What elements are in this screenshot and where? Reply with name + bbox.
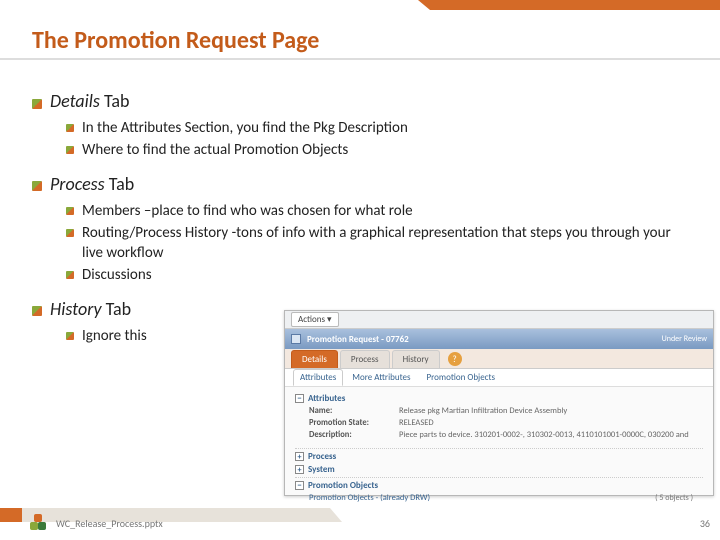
bullet-icon [32, 99, 42, 109]
bullet-icon [66, 332, 74, 340]
subtab-bar: Attributes More Attributes Promotion Obj… [285, 369, 713, 387]
section-attributes[interactable]: −Attributes [295, 393, 703, 404]
list-item: Members –place to find who was chosen fo… [66, 201, 688, 221]
window-icon [291, 334, 301, 344]
footer-accent [0, 508, 330, 522]
list-item: In the Attributes Section, you find the … [66, 118, 688, 138]
promotion-objects-link[interactable]: Promotion Objects - (already DRW) [309, 493, 430, 503]
subtab-promotion-objects[interactable]: Promotion Objects [420, 369, 503, 386]
tab-details[interactable]: Details [291, 350, 338, 368]
divider [295, 477, 703, 478]
app-header: Promotion Request - 07762 Under Review [285, 329, 713, 349]
field-name: Name:Release pkg Martian Infiltration De… [309, 406, 703, 416]
section-promotion-objects[interactable]: −Promotion Objects [295, 480, 703, 491]
logo-icon [30, 514, 48, 532]
collapse-icon[interactable]: − [295, 481, 304, 490]
divider [295, 448, 703, 449]
section-process[interactable]: +Process [295, 451, 703, 462]
list-item: Where to find the actual Promotion Objec… [66, 140, 688, 160]
tab-history[interactable]: History [392, 350, 440, 368]
heading-process: Process Tab [32, 173, 688, 195]
app-screenshot: Actions ▾ Promotion Request - 07762 Unde… [284, 310, 714, 496]
expand-icon[interactable]: + [295, 452, 304, 461]
bullet-icon [32, 181, 42, 191]
bullet-icon [66, 271, 74, 279]
bullet-icon [32, 306, 42, 316]
tab-process[interactable]: Process [340, 350, 390, 368]
heading-details: Details Tab [32, 90, 688, 112]
header-accent [430, 0, 720, 10]
promotion-objects-row: Promotion Objects - (already DRW) ( 5 ob… [309, 493, 703, 503]
page-title: The Promotion Request Page [32, 26, 319, 55]
bullet-icon [66, 124, 74, 132]
bullet-icon [66, 229, 74, 237]
actions-bar: Actions ▾ [285, 311, 713, 329]
tab-bar: Details Process History ? [285, 349, 713, 369]
list-item: Routing/Process History -tons of info wi… [66, 223, 688, 264]
footer-filename: WC_Release_Process.pptx [56, 517, 163, 530]
list-item: Discussions [66, 265, 688, 285]
section-system[interactable]: +System [295, 464, 703, 475]
expand-icon[interactable]: + [295, 465, 304, 474]
page-number: 36 [700, 517, 710, 530]
object-count: ( 5 objects ) [655, 493, 693, 503]
subtab-more-attributes[interactable]: More Attributes [345, 369, 417, 386]
field-description: Description:Piece parts to device. 31020… [309, 430, 703, 440]
help-icon[interactable]: ? [448, 352, 462, 366]
slide-content: Details Tab In the Attributes Section, y… [32, 78, 688, 348]
field-state: Promotion State:RELEASED [309, 418, 703, 428]
subtab-attributes[interactable]: Attributes [293, 369, 343, 386]
status-badge: Under Review [662, 334, 707, 344]
window-title: Promotion Request - 07762 [307, 334, 409, 345]
bullet-icon [66, 207, 74, 215]
collapse-icon[interactable]: − [295, 394, 304, 403]
actions-button[interactable]: Actions ▾ [291, 312, 339, 327]
title-underline [0, 58, 720, 60]
bullet-icon [66, 146, 74, 154]
